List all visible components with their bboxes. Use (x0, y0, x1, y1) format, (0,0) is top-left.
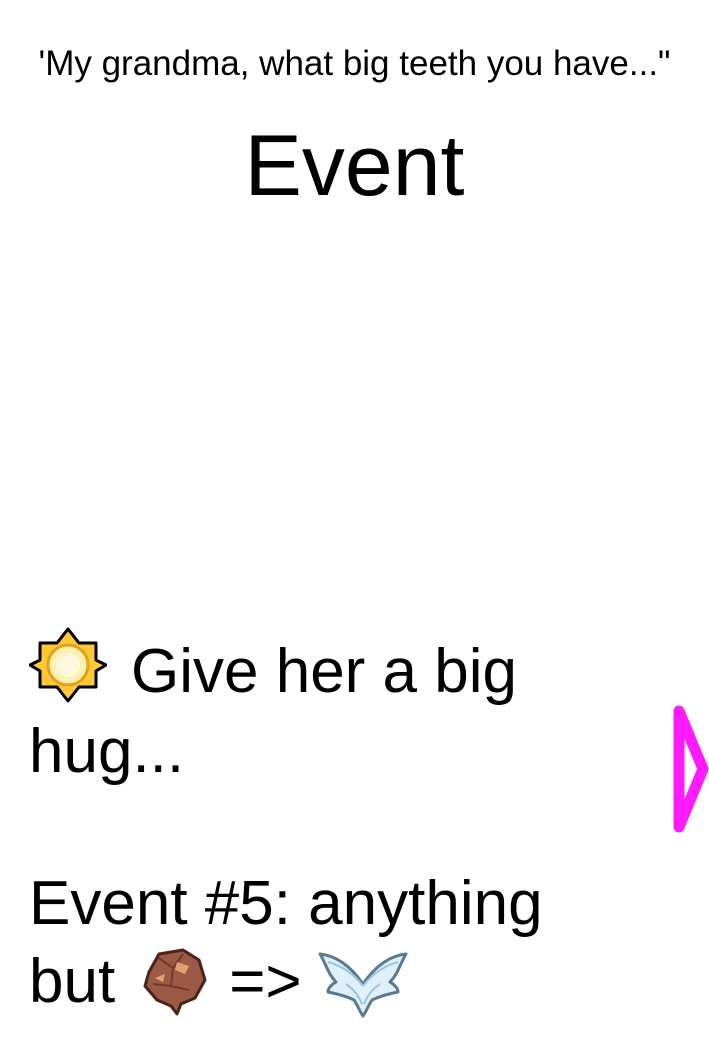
event-rule: Event #5: anything but => (29, 865, 649, 1021)
wings-icon (316, 944, 410, 1018)
rock-resource-icon (137, 944, 211, 1018)
card-title: Event (244, 118, 465, 214)
event-choice[interactable]: Give her a big hug... (29, 626, 589, 792)
rule-line1: Event #5: anything (29, 869, 543, 938)
choice-text-line2: hug... (29, 717, 185, 786)
rule-arrow: => (229, 947, 302, 1016)
sun-icon (29, 626, 107, 704)
choice-text-line1: Give her a big (131, 637, 517, 706)
event-quote: 'My grandma, what big teeth you have..." (38, 44, 671, 83)
rule-prefix: but (29, 947, 116, 1016)
next-arrow-icon[interactable] (667, 703, 709, 835)
